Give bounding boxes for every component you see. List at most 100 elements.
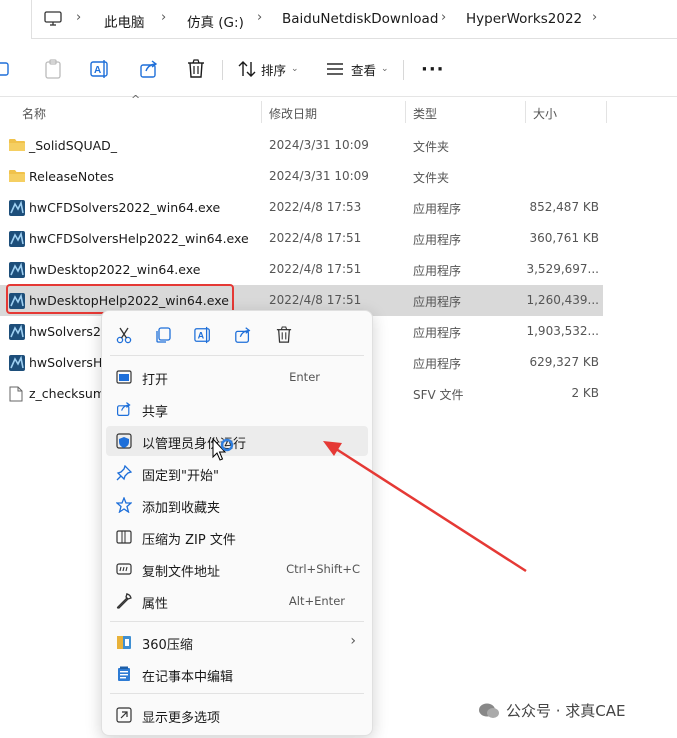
copy-icon[interactable] bbox=[153, 325, 173, 345]
file-type: 应用程序 bbox=[413, 233, 462, 247]
menu-item-edit-notepad[interactable]: 在记事本中编辑 bbox=[106, 659, 368, 689]
file-type: 应用程序 bbox=[413, 202, 462, 216]
star-icon bbox=[115, 496, 133, 514]
table-row[interactable]: _SolidSQUAD_ 2024/3/31 10:09 文件夹 bbox=[0, 130, 603, 161]
share-icon[interactable] bbox=[233, 325, 253, 345]
rename-icon[interactable]: A bbox=[90, 58, 110, 80]
table-row[interactable]: hwCFDSolversHelp2022_win64.exe 2022/4/8 … bbox=[0, 223, 603, 254]
column-header: 名称 ^ 修改日期 类型 大小 bbox=[0, 93, 610, 127]
column-type[interactable]: 类型 bbox=[413, 105, 437, 122]
menu-item-360-compress[interactable]: 360压缩 › bbox=[106, 627, 368, 657]
file-date: 2024/3/31 10:09 bbox=[269, 169, 369, 183]
menu-item-show-more-options[interactable]: 显示更多选项 bbox=[106, 700, 368, 730]
watermark-text: 公众号 · 求真CAE bbox=[506, 702, 626, 720]
file-type: 应用程序 bbox=[413, 357, 462, 371]
file-name: hwSolvers20 bbox=[29, 324, 109, 339]
view-icon bbox=[327, 63, 343, 75]
file-type: 应用程序 bbox=[413, 295, 462, 309]
file-type: SFV 文件 bbox=[413, 388, 464, 402]
menu-item-compress-zip[interactable]: 压缩为 ZIP 文件 bbox=[106, 522, 368, 552]
menu-separator bbox=[110, 693, 364, 694]
table-row[interactable]: hwDesktop2022_win64.exe 2022/4/8 17:51 应… bbox=[0, 254, 603, 285]
view-label: 查看 bbox=[351, 62, 377, 78]
menu-item-run-as-admin[interactable]: 以管理员身份运行 bbox=[106, 426, 368, 456]
file-name: _SolidSQUAD_ bbox=[29, 138, 118, 153]
folder-icon bbox=[9, 138, 25, 152]
file-size: 2 KB bbox=[571, 386, 599, 400]
file-type: 文件夹 bbox=[413, 171, 450, 185]
copy-path-icon bbox=[116, 561, 132, 577]
command-bar: A 排序 ⌄ 查看 ⌄ ··· bbox=[0, 40, 677, 97]
address-bar: › 此电脑 › 仿真 (G:) › BaiduNetdiskDownload ›… bbox=[0, 0, 677, 40]
file-size: 629,327 KB bbox=[529, 355, 599, 369]
installer-icon bbox=[9, 355, 25, 371]
mouse-cursor-icon bbox=[212, 437, 234, 467]
open-icon bbox=[116, 369, 132, 385]
admin-shield-icon bbox=[116, 433, 132, 449]
file-type: 应用程序 bbox=[413, 326, 462, 340]
delete-icon[interactable] bbox=[274, 325, 294, 345]
toolbar-separator bbox=[403, 60, 404, 80]
file-size: 3,529,697... bbox=[526, 262, 599, 276]
paste-icon[interactable] bbox=[44, 58, 62, 80]
more-options-icon bbox=[116, 707, 132, 723]
menu-item-share[interactable]: 共享 bbox=[106, 394, 368, 424]
file-name: hwCFDSolversHelp2022_win64.exe bbox=[29, 231, 249, 246]
file-type: 应用程序 bbox=[413, 264, 462, 278]
more-options-button[interactable]: ··· bbox=[421, 58, 445, 80]
context-menu: A 打开 Enter 共享 以管理员身份运行 固定到"开始" 添加到收藏夹 压缩… bbox=[101, 310, 373, 736]
chevron-right-icon: › bbox=[350, 633, 356, 649]
file-name: z_checksums bbox=[29, 386, 112, 401]
copy-icon[interactable] bbox=[0, 58, 12, 80]
wechat-icon bbox=[478, 702, 500, 720]
file-name: hwSolversHe bbox=[29, 355, 111, 370]
rename-icon[interactable]: A bbox=[193, 325, 213, 345]
sort-button[interactable]: 排序 ⌄ bbox=[238, 58, 299, 80]
file-date: 2024/3/31 10:09 bbox=[269, 138, 369, 152]
menu-item-pin-start[interactable]: 固定到"开始" bbox=[106, 458, 368, 488]
installer-icon bbox=[9, 231, 25, 247]
svg-text:A: A bbox=[94, 65, 101, 76]
file-date: 2022/4/8 17:53 bbox=[269, 200, 362, 214]
file-date: 2022/4/8 17:51 bbox=[269, 262, 362, 276]
column-divider[interactable] bbox=[261, 101, 262, 123]
file-type: 文件夹 bbox=[413, 140, 450, 154]
archive-360-icon bbox=[116, 634, 132, 650]
file-size: 1,903,532... bbox=[526, 324, 599, 338]
address-bar-border bbox=[31, 0, 677, 39]
menu-item-copy-path[interactable]: 复制文件地址 Ctrl+Shift+C bbox=[106, 554, 368, 584]
file-size: 1,260,439... bbox=[526, 293, 599, 307]
sort-label: 排序 bbox=[261, 62, 287, 78]
column-divider[interactable] bbox=[525, 101, 526, 123]
file-icon bbox=[9, 386, 25, 402]
cut-icon[interactable] bbox=[114, 325, 134, 345]
menu-item-add-favorites[interactable]: 添加到收藏夹 bbox=[106, 490, 368, 520]
installer-icon bbox=[9, 200, 25, 216]
folder-icon bbox=[9, 169, 25, 183]
column-divider[interactable] bbox=[405, 101, 406, 123]
table-row[interactable]: ReleaseNotes 2024/3/31 10:09 文件夹 bbox=[0, 161, 603, 192]
column-date[interactable]: 修改日期 bbox=[269, 105, 317, 122]
file-size: 360,761 KB bbox=[529, 231, 599, 245]
share-icon[interactable] bbox=[139, 58, 159, 80]
sort-ascending-icon: ^ bbox=[131, 93, 141, 106]
delete-icon[interactable] bbox=[187, 58, 205, 80]
svg-text:A: A bbox=[198, 331, 205, 341]
column-size[interactable]: 大小 bbox=[533, 105, 557, 122]
file-name: hwDesktop2022_win64.exe bbox=[29, 262, 201, 277]
pin-icon bbox=[116, 464, 133, 481]
table-row[interactable]: hwCFDSolvers2022_win64.exe 2022/4/8 17:5… bbox=[0, 192, 603, 223]
file-size: 852,487 KB bbox=[529, 200, 599, 214]
notepad-icon bbox=[116, 666, 132, 682]
file-date: 2022/4/8 17:51 bbox=[269, 293, 362, 307]
chevron-down-icon: ⌄ bbox=[381, 64, 389, 74]
column-divider[interactable] bbox=[606, 101, 607, 123]
menu-item-open[interactable]: 打开 Enter bbox=[106, 362, 368, 392]
menu-separator bbox=[110, 621, 364, 622]
menu-separator bbox=[110, 355, 364, 356]
watermark: 公众号 · 求真CAE bbox=[478, 700, 626, 721]
menu-item-properties[interactable]: 属性 Alt+Enter bbox=[106, 586, 368, 616]
view-button[interactable]: 查看 ⌄ bbox=[326, 58, 389, 80]
column-name[interactable]: 名称 bbox=[22, 105, 46, 122]
sort-icon bbox=[238, 61, 256, 77]
